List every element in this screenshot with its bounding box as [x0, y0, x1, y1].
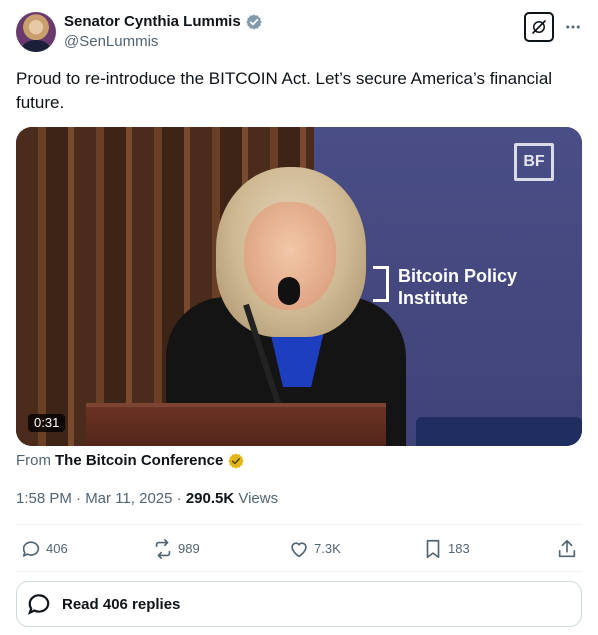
background-chairs: [416, 417, 582, 446]
bookmark-button[interactable]: 183: [422, 538, 470, 560]
chat-bubble-icon: [27, 594, 50, 615]
author-avatar[interactable]: [16, 12, 56, 52]
source-account-link[interactable]: The Bitcoin Conference: [55, 452, 223, 470]
podium: [86, 403, 386, 446]
tweet-metadata: 1:58 PM · Mar 11, 2025 · 290.5K Views: [16, 490, 278, 508]
repost-icon: [155, 539, 171, 559]
views-label: Views: [238, 490, 279, 507]
author-display-name[interactable]: Senator Cynthia Lummis: [64, 13, 241, 31]
institute-logo-bracket: [373, 266, 389, 302]
reply-icon: [22, 541, 40, 557]
like-button[interactable]: 7.3K: [288, 538, 341, 560]
reply-count: 406: [46, 541, 68, 556]
meta-separator: ·: [172, 490, 186, 507]
more-options-button[interactable]: [560, 14, 586, 40]
grok-icon: [532, 20, 546, 34]
read-replies-label: Read 406 replies: [62, 595, 181, 613]
watermark-logo: BF: [514, 143, 554, 181]
institute-logo-text: Bitcoin Policy Institute: [398, 265, 517, 309]
share-icon: [558, 539, 576, 558]
tweet-actions-bar: 406 989 7.3K 183: [16, 530, 582, 570]
repost-count: 989: [178, 541, 200, 556]
source-attribution: From The Bitcoin Conference: [16, 452, 245, 470]
tweet-timestamp[interactable]: 1:58 PM · Mar 11, 2025: [16, 490, 172, 507]
read-replies-button[interactable]: Read 406 replies: [16, 581, 582, 627]
verified-badge-icon: [246, 14, 262, 30]
grok-button[interactable]: [524, 12, 554, 42]
more-dots-icon: [566, 25, 580, 29]
author-name-row: Senator Cynthia Lummis: [64, 13, 263, 31]
heart-icon: [291, 542, 307, 558]
from-label: From: [16, 452, 51, 469]
reply-button[interactable]: 406: [20, 538, 68, 560]
author-handle[interactable]: @SenLummis: [64, 33, 158, 50]
like-count: 7.3K: [314, 541, 341, 556]
divider-top: [16, 524, 582, 525]
gold-verified-badge-icon: [228, 453, 245, 469]
bookmark-icon: [426, 539, 440, 559]
divider-bottom: [16, 571, 582, 572]
repost-button[interactable]: 989: [152, 538, 200, 560]
tweet-text: Proud to re-introduce the BITCOIN Act. L…: [16, 69, 553, 112]
share-button[interactable]: [556, 538, 578, 560]
views-count: 290.5K: [185, 490, 235, 507]
institute-logo-line1: Bitcoin Policy: [398, 266, 518, 286]
microphone-icon: [278, 277, 300, 305]
video-duration-badge: 0:31: [28, 414, 66, 432]
institute-logo-line2: Institute: [398, 288, 468, 308]
bookmark-count: 183: [448, 541, 470, 556]
video-player[interactable]: Bitcoin Policy Institute BF 0:31: [16, 127, 582, 446]
